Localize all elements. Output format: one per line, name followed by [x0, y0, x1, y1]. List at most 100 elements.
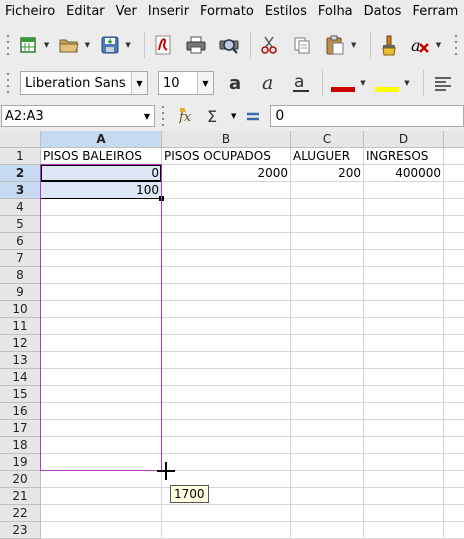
cell-e23[interactable] — [444, 522, 464, 539]
row-header-10[interactable]: 10 — [0, 301, 41, 318]
cell-d11[interactable] — [364, 318, 444, 335]
cell-c10[interactable] — [291, 301, 364, 318]
cell-e15[interactable] — [444, 386, 464, 403]
cell-b1[interactable]: PISOS OCUPADOS — [162, 148, 291, 165]
highlight-color-dropdown-icon[interactable]: ▼ — [403, 70, 411, 96]
cell-a1[interactable]: PISOS BALEIROS — [41, 148, 162, 165]
cell-b9[interactable] — [162, 284, 291, 301]
column-header-b[interactable]: B — [162, 131, 291, 148]
clone-formatting-icon[interactable] — [377, 32, 402, 58]
export-pdf-icon[interactable] — [151, 32, 176, 58]
row-header-11[interactable]: 11 — [0, 318, 41, 335]
row-header-2[interactable]: 2 — [0, 165, 41, 182]
cell-d5[interactable] — [364, 216, 444, 233]
cell-a6[interactable] — [41, 233, 162, 250]
cell-a20[interactable] — [41, 471, 162, 488]
cell-b10[interactable] — [162, 301, 291, 318]
cell-b23[interactable] — [162, 522, 291, 539]
sum-icon[interactable]: Σ — [205, 107, 223, 125]
cell-c15[interactable] — [291, 386, 364, 403]
cell-e6[interactable] — [444, 233, 464, 250]
cell-e8[interactable] — [444, 267, 464, 284]
row-header-8[interactable]: 8 — [0, 267, 41, 284]
cell-b15[interactable] — [162, 386, 291, 403]
clear-formatting-icon[interactable]: a — [408, 32, 433, 58]
toolbar-grip[interactable] — [452, 35, 460, 55]
cell-e17[interactable] — [444, 420, 464, 437]
select-all-corner[interactable] — [0, 131, 41, 148]
row-header-4[interactable]: 4 — [0, 199, 41, 216]
cell-d18[interactable] — [364, 437, 444, 454]
chevron-down-icon[interactable]: ▼ — [140, 106, 154, 126]
cut-icon[interactable] — [257, 32, 282, 58]
cell-e20[interactable] — [444, 471, 464, 488]
menu-inserir[interactable]: Inserir — [143, 0, 195, 24]
paste-dropdown-icon[interactable]: ▼ — [350, 32, 358, 58]
cell-c13[interactable] — [291, 352, 364, 369]
cell-a5[interactable] — [41, 216, 162, 233]
chevron-down-icon[interactable]: ▼ — [197, 72, 213, 94]
cell-c17[interactable] — [291, 420, 364, 437]
cell-e4[interactable] — [444, 199, 464, 216]
cell-e14[interactable] — [444, 369, 464, 386]
cell-e5[interactable] — [444, 216, 464, 233]
print-icon[interactable] — [184, 32, 209, 58]
cell-d20[interactable] — [364, 471, 444, 488]
cell-d19[interactable] — [364, 454, 444, 471]
cell-a10[interactable] — [41, 301, 162, 318]
cell-a22[interactable] — [41, 505, 162, 522]
cell-c3[interactable] — [291, 182, 364, 199]
cell-c16[interactable] — [291, 403, 364, 420]
cell-e13[interactable] — [444, 352, 464, 369]
menu-ficheiro[interactable]: Ficheiro — [0, 0, 61, 24]
cell-b5[interactable] — [162, 216, 291, 233]
row-header-18[interactable]: 18 — [0, 437, 41, 454]
cell-b12[interactable] — [162, 335, 291, 352]
row-header-3[interactable]: 3 — [0, 182, 41, 199]
toolbar-grip[interactable] — [4, 73, 12, 93]
cell-b2[interactable]: 2000 — [162, 165, 291, 182]
menu-formato[interactable]: Formato — [195, 0, 260, 24]
copy-icon[interactable] — [290, 32, 315, 58]
cell-c1[interactable]: ALUGUER — [291, 148, 364, 165]
cell-b14[interactable] — [162, 369, 291, 386]
row-header-19[interactable]: 19 — [0, 454, 41, 471]
row-header-13[interactable]: 13 — [0, 352, 41, 369]
cell-a3[interactable]: 100 — [41, 182, 162, 199]
cell-a14[interactable] — [41, 369, 162, 386]
new-document-icon[interactable] — [16, 32, 41, 58]
cell-c11[interactable] — [291, 318, 364, 335]
font-name-combobox[interactable]: Liberation Sans ▼ — [20, 71, 148, 95]
cell-b19[interactable] — [162, 454, 291, 471]
menu-ferramentas[interactable]: Ferram — [407, 0, 464, 24]
name-box-value[interactable]: A2:A3 — [2, 109, 140, 124]
cell-c2[interactable]: 200 — [291, 165, 364, 182]
cell-b11[interactable] — [162, 318, 291, 335]
underline-icon[interactable]: a — [288, 70, 314, 96]
cell-a9[interactable] — [41, 284, 162, 301]
row-header-16[interactable]: 16 — [0, 403, 41, 420]
new-dropdown-icon[interactable]: ▼ — [43, 32, 51, 58]
bold-icon[interactable]: a — [224, 70, 250, 96]
clear-formatting-dropdown-icon[interactable]: ▼ — [435, 32, 443, 58]
cell-e9[interactable] — [444, 284, 464, 301]
font-size-value[interactable]: 10 — [159, 76, 197, 91]
spreadsheet-grid[interactable]: A B C D 1 PISOS BALEIROS PISOS OCUPADOS ALUGUER… — [0, 131, 464, 539]
cell-b18[interactable] — [162, 437, 291, 454]
cell-c4[interactable] — [291, 199, 364, 216]
row-header-5[interactable]: 5 — [0, 216, 41, 233]
row-header-6[interactable]: 6 — [0, 233, 41, 250]
cell-c23[interactable] — [291, 522, 364, 539]
cell-d8[interactable] — [364, 267, 444, 284]
name-box[interactable]: A2:A3 ▼ — [1, 105, 155, 127]
cell-e19[interactable] — [444, 454, 464, 471]
cell-d15[interactable] — [364, 386, 444, 403]
paste-icon[interactable] — [323, 32, 348, 58]
cell-d3[interactable] — [364, 182, 444, 199]
row-header-9[interactable]: 9 — [0, 284, 41, 301]
menu-folha[interactable]: Folha — [313, 0, 359, 24]
save-dropdown-icon[interactable]: ▼ — [124, 32, 132, 58]
cell-d13[interactable] — [364, 352, 444, 369]
open-folder-icon[interactable] — [56, 32, 81, 58]
align-left-icon[interactable] — [430, 70, 456, 96]
